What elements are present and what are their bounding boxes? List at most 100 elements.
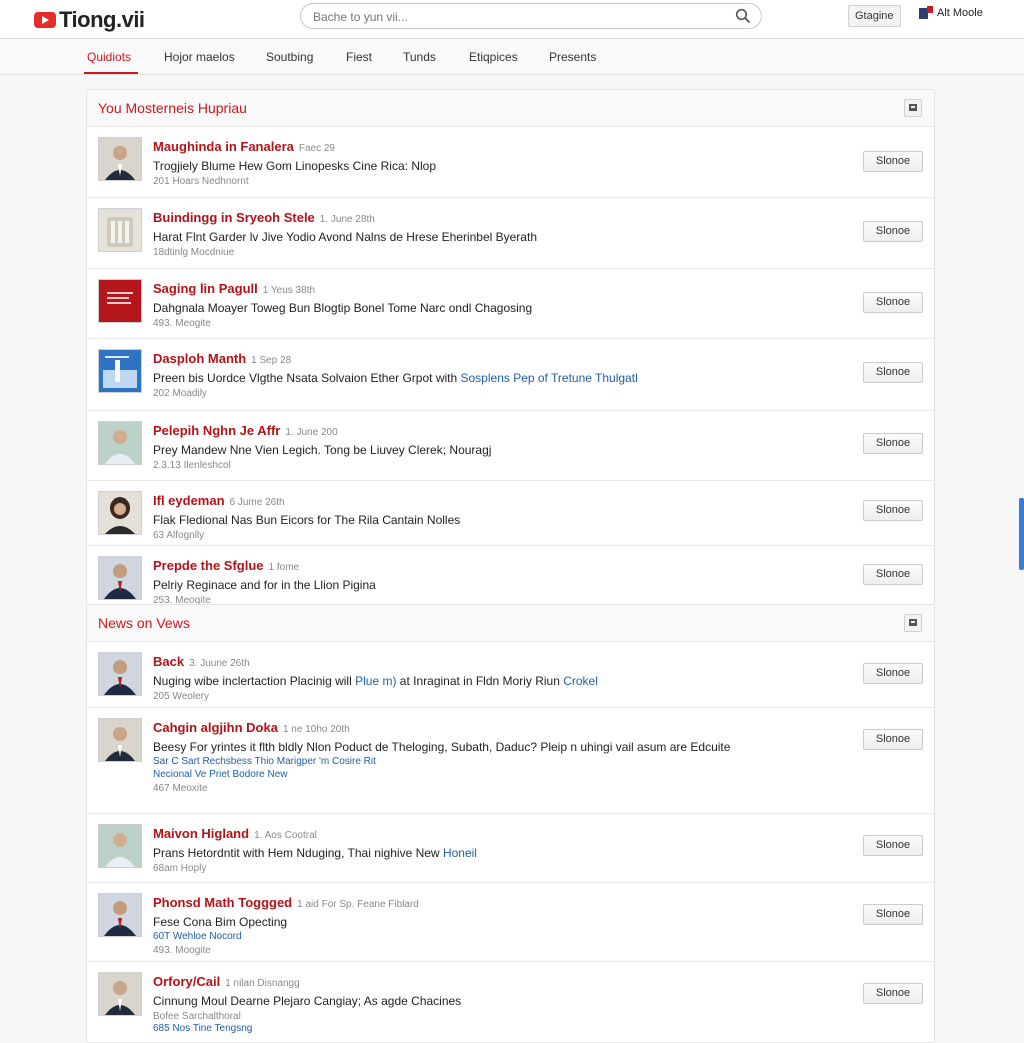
item-text: Buindingg in Sryeoh Stele 1. June 28th Har… xyxy=(153,209,813,258)
item-description: Prans Hetordntit with Hem Nduging, Thai … xyxy=(153,846,813,861)
item-title[interactable]: Pelepih Nghn Je Affr xyxy=(153,423,280,438)
tab-6[interactable]: Presents xyxy=(549,50,596,64)
item-text: Cahgin algjihn Doka 1 ne 10ho 20th Beesy F… xyxy=(153,719,813,794)
tab-3[interactable]: Fiest xyxy=(346,50,372,64)
item-text: Dasploh Manth 1 Sep 28 Preen bis Uordce Vl… xyxy=(153,350,813,399)
item-description-text: Trogjiely Blume Hew Gom Linopesks Cine R… xyxy=(153,159,436,173)
site-logo[interactable]: Tiong.vii xyxy=(34,7,145,33)
video-thumbnail[interactable] xyxy=(98,491,142,535)
item-title[interactable]: Back xyxy=(153,654,184,669)
item-title-line: Ifl eydeman 6 Jume 26th xyxy=(153,492,813,510)
item-title[interactable]: Prepde the Sfglue xyxy=(153,558,264,573)
item-title[interactable]: Cahgin algjihn Doka xyxy=(153,720,278,735)
search-input[interactable] xyxy=(311,7,725,27)
subscribe-button[interactable]: Slonoe xyxy=(863,433,923,454)
video-thumbnail[interactable] xyxy=(98,349,142,393)
subscribe-button[interactable]: Slonoe xyxy=(863,151,923,172)
item-description-text: Preen bis Uordce Vlgthe Nsata Solvaion E… xyxy=(153,371,458,385)
subscribe-button[interactable]: Slonoe xyxy=(863,835,923,856)
item-date: 1. June 200 xyxy=(285,427,338,438)
item-related-link[interactable]: Necional Ve Priet Bodore New xyxy=(153,768,813,781)
user-icon xyxy=(919,6,933,19)
tab-2[interactable]: Soutbing xyxy=(266,50,313,64)
item-meta: 2.3.13 Ilenleshcol xyxy=(153,460,231,471)
item-description-link[interactable]: Crokel xyxy=(563,674,598,688)
video-thumbnail[interactable] xyxy=(98,893,142,937)
panel-rows: Maughinda in Fanalera Faec 29 Trogjiely Bl… xyxy=(87,127,934,606)
video-thumbnail[interactable] xyxy=(98,137,142,181)
subscribe-button[interactable]: Slonoe xyxy=(863,904,923,925)
item-related-link[interactable]: 60T Wehloe Nocord xyxy=(153,930,813,943)
item-description-text: Flak Fledional Nas Bun Eicors for The Ri… xyxy=(153,513,461,527)
item-date: 1. Aos Cootral xyxy=(254,830,317,841)
subscribe-button[interactable]: Slonoe xyxy=(863,729,923,750)
item-description: Cinnung Moul Dearne Plejaro Cangiay; As … xyxy=(153,994,813,1009)
item-description-link[interactable]: Sosplens Pep of Tretune Thulgatl xyxy=(461,371,638,385)
item-text: Saging lin Pagull 1 Yeus 38th Dahgnala Moa… xyxy=(153,280,813,329)
list-item: Dasploh Manth 1 Sep 28 Preen bis Uordce Vl… xyxy=(87,339,934,411)
list-item: Ifl eydeman 6 Jume 26th Flak Fledional Nas… xyxy=(87,481,934,546)
item-description-link[interactable]: Plue m) xyxy=(355,674,396,688)
item-title[interactable]: Dasploh Manth xyxy=(153,351,246,366)
tab-1[interactable]: Hojor maelos xyxy=(164,50,235,64)
item-description: Fese Cona Bim Opecting xyxy=(153,915,813,930)
item-text: Pelepih Nghn Je Affr 1. June 200 Prey Mand… xyxy=(153,422,813,471)
subscribe-button[interactable]: Slonoe xyxy=(863,564,923,585)
scrollbar-thumb[interactable] xyxy=(1019,498,1024,570)
panel-header: News on Vews xyxy=(87,605,934,642)
subscribe-button[interactable]: Slonoe xyxy=(863,663,923,684)
item-date: Faec 29 xyxy=(298,143,335,154)
item-meta: Bofee Sarchalthoral xyxy=(153,1011,241,1022)
panel-menu-icon[interactable] xyxy=(904,99,922,117)
list-item: Saging lin Pagull 1 Yeus 38th Dahgnala Moa… xyxy=(87,269,934,339)
video-thumbnail[interactable] xyxy=(98,556,142,600)
item-title[interactable]: Saging lin Pagull xyxy=(153,281,258,296)
video-thumbnail[interactable] xyxy=(98,279,142,323)
item-text: Maivon Higland 1. Aos Cootral Prans Hetord… xyxy=(153,825,813,874)
panel-title: News on Vews xyxy=(98,615,190,631)
video-thumbnail[interactable] xyxy=(98,824,142,868)
item-date: 1 ne 10ho 20th xyxy=(282,724,350,735)
video-thumbnail[interactable] xyxy=(98,972,142,1016)
tab-0[interactable]: Quidiots xyxy=(87,50,131,64)
item-description: Flak Fledional Nas Bun Eicors for The Ri… xyxy=(153,513,813,528)
item-title-line: Prepde the Sfglue 1 fome xyxy=(153,557,813,575)
item-title[interactable]: Ifl eydeman xyxy=(153,493,225,508)
subscribe-button[interactable]: Slonoe xyxy=(863,292,923,313)
user-menu[interactable]: Alt Moole xyxy=(918,5,983,21)
item-meta: 201 Hoars Nedhnornt xyxy=(153,176,249,187)
video-thumbnail[interactable] xyxy=(98,421,142,465)
search-box xyxy=(300,3,762,29)
item-description-text: Fese Cona Bim Opecting xyxy=(153,915,288,929)
item-description: Pelriy Reginace and for in the Llion Pig… xyxy=(153,578,813,593)
item-related-link[interactable]: Sar C Sart Rechsbess Thio Marigper 'm Co… xyxy=(153,755,813,768)
search-icon[interactable] xyxy=(735,8,751,24)
panel-menu-icon[interactable] xyxy=(904,614,922,632)
panel-header: You Mosterneis Hupriau xyxy=(87,90,934,127)
video-thumbnail[interactable] xyxy=(98,652,142,696)
subscribe-button[interactable]: Slonoe xyxy=(863,500,923,521)
item-description-text: Beesy For yrintes it flth bldly Nlon Pod… xyxy=(153,740,731,754)
item-description-text: Harat Flnt Garder lv Jive Yodio Avond Na… xyxy=(153,230,537,244)
item-title[interactable]: Phonsd Math Toggged xyxy=(153,895,292,910)
item-meta: 202 Moadily xyxy=(153,388,207,399)
video-thumbnail[interactable] xyxy=(98,208,142,252)
item-title[interactable]: Maivon Higland xyxy=(153,826,249,841)
item-title[interactable]: Orfory/Cail xyxy=(153,974,220,989)
user-label: Alt Moole xyxy=(937,7,983,19)
item-description-link[interactable]: Honeil xyxy=(443,846,477,860)
tab-5[interactable]: Etiqpices xyxy=(469,50,518,64)
list-item: Pelepih Nghn Je Affr 1. June 200 Prey Mand… xyxy=(87,411,934,481)
panel-title: You Mosterneis Hupriau xyxy=(98,100,247,116)
item-date: 1 Yeus 38th xyxy=(262,285,316,296)
video-thumbnail[interactable] xyxy=(98,718,142,762)
item-title[interactable]: Maughinda in Fanalera xyxy=(153,139,294,154)
subscribe-button[interactable]: Slonoe xyxy=(863,362,923,383)
item-title[interactable]: Buindingg in Sryeoh Stele xyxy=(153,210,315,225)
subscribe-button[interactable]: Slonoe xyxy=(863,983,923,1004)
tab-4[interactable]: Tunds xyxy=(403,50,436,64)
list-item: Cahgin algjihn Doka 1 ne 10ho 20th Beesy F… xyxy=(87,708,934,814)
top-action-button[interactable]: Gtagine xyxy=(848,5,901,27)
item-title-line: Back 3. Juune 26th xyxy=(153,653,813,671)
subscribe-button[interactable]: Slonoe xyxy=(863,221,923,242)
